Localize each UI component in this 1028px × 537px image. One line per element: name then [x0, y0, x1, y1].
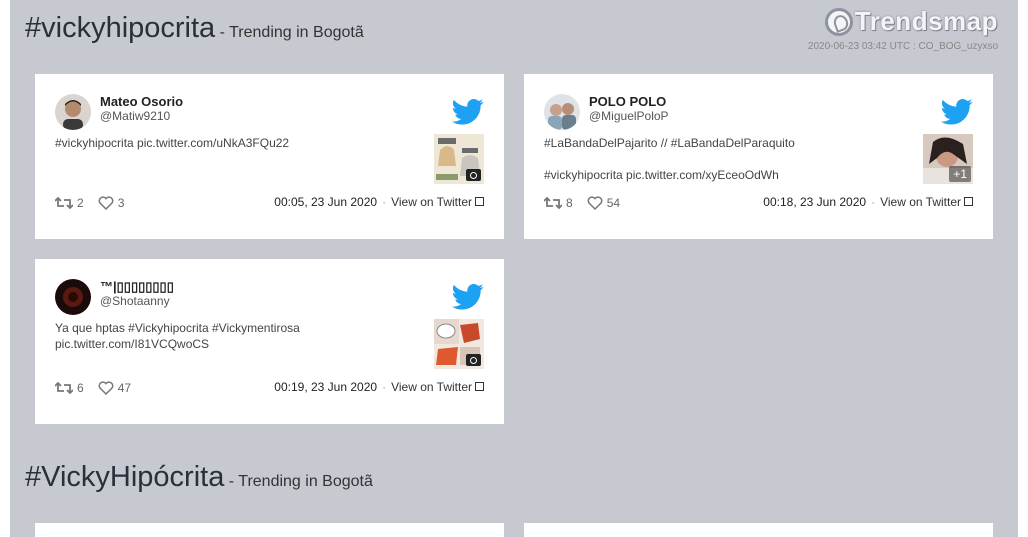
- retweet-count[interactable]: 2: [55, 196, 84, 210]
- camera-icon: [466, 169, 481, 181]
- tweet-line[interactable]: #vickyhipocrita pic.twitter.com/xyEceoOd…: [544, 167, 904, 183]
- tweet-line[interactable]: #vickyhipocrita pic.twitter.com/uNkA3FQu…: [55, 135, 415, 151]
- tweet-meta: 00:18, 23 Jun 2020 · View on Twitter: [763, 195, 973, 209]
- like-value: 54: [606, 196, 621, 210]
- tweet-text: Ya que hptas #Vickyhipocrita #Vickymenti…: [55, 320, 415, 352]
- external-link-icon: [475, 382, 484, 391]
- like-count[interactable]: 47: [98, 381, 131, 395]
- user-handle[interactable]: @Matiw9210: [100, 109, 170, 123]
- trending-subtitle: - Trending in Bogotã: [228, 473, 373, 490]
- external-link-icon: [475, 197, 484, 206]
- retweet-icon: [544, 197, 562, 209]
- retweet-value: 6: [77, 381, 84, 395]
- media-thumbnail[interactable]: [434, 319, 484, 369]
- twitter-bird-icon[interactable]: [452, 98, 484, 126]
- engagement-stats: 2 3: [55, 196, 138, 210]
- retweet-icon: [55, 382, 73, 394]
- trendsmap-logo-icon: [824, 7, 853, 36]
- extra-media-count: +1: [949, 166, 971, 182]
- like-count[interactable]: 54: [587, 196, 620, 210]
- like-value: 47: [117, 381, 132, 395]
- trending-subtitle: - Trending in Bogotã: [219, 24, 364, 41]
- retweet-value: 8: [566, 196, 573, 210]
- user-name[interactable]: Mateo Osorio: [100, 94, 183, 109]
- hashtag-title[interactable]: #vickyhipocrita: [25, 12, 215, 44]
- tweet-line[interactable]: #LaBandaDelPajarito // #LaBandaDelParaqu…: [544, 135, 904, 151]
- retweet-count[interactable]: 8: [544, 196, 573, 210]
- tweet-line[interactable]: Ya que hptas #Vickyhipocrita #Vickymenti…: [55, 320, 415, 336]
- timestamp-code: 2020-06-23 03:42 UTC : CO_BOG_uzyxso: [807, 41, 998, 52]
- tweet-time[interactable]: 00:19, 23 Jun 2020: [274, 380, 377, 394]
- external-link-icon: [964, 197, 973, 206]
- tweet-text: #LaBandaDelPajarito // #LaBandaDelParaqu…: [544, 135, 904, 183]
- media-thumbnail[interactable]: +1: [923, 134, 973, 184]
- retweet-count[interactable]: 6: [55, 381, 84, 395]
- view-on-twitter-link[interactable]: View on Twitter: [391, 380, 472, 394]
- view-on-twitter-link[interactable]: View on Twitter: [391, 195, 472, 209]
- user-name[interactable]: ™|▯▯▯▯▯▯▯▯: [100, 279, 174, 295]
- tweet-meta: 00:19, 23 Jun 2020 · View on Twitter: [274, 380, 484, 394]
- like-count[interactable]: 3: [98, 196, 125, 210]
- engagement-stats: 6 47: [55, 381, 145, 395]
- media-thumbnail[interactable]: [434, 134, 484, 184]
- separator-dot: ·: [382, 195, 387, 209]
- separator-dot: ·: [382, 380, 387, 394]
- camera-icon: [466, 354, 481, 366]
- tweet-line[interactable]: pic.twitter.com/I81VCQwoCS: [55, 336, 415, 352]
- separator-dot: ·: [871, 195, 876, 209]
- heart-icon: [98, 196, 114, 210]
- twitter-bird-icon[interactable]: [941, 98, 973, 126]
- heart-icon: [587, 196, 603, 210]
- tweet-card: Mateo Osorio @Matiw9210 #vickyhipocrita …: [35, 74, 504, 239]
- tweet-card: [35, 523, 504, 537]
- heart-icon: [98, 381, 114, 395]
- twitter-bird-icon[interactable]: [452, 283, 484, 311]
- avatar[interactable]: [55, 94, 91, 130]
- tweet-card: POLO POLO @MiguelPoloP #LaBandaDelPajari…: [524, 74, 993, 239]
- section-heading-2: #VickyHipócrita - Trending in Bogotã: [25, 461, 373, 494]
- tweet-card: [524, 523, 993, 537]
- avatar[interactable]: [544, 94, 580, 130]
- trend-panel: #vickyhipocrita - Trending in Bogotã Tre…: [10, 0, 1018, 537]
- like-value: 3: [117, 196, 125, 210]
- user-name[interactable]: POLO POLO: [589, 94, 666, 109]
- user-handle[interactable]: @MiguelPoloP: [589, 109, 669, 123]
- tweet-text: #vickyhipocrita pic.twitter.com/uNkA3FQu…: [55, 135, 415, 151]
- trendsmap-logo[interactable]: Trendsmap: [824, 6, 998, 37]
- hashtag-title[interactable]: #VickyHipócrita: [25, 461, 224, 493]
- logo-wordmark: Trendsmap: [854, 6, 998, 36]
- section-heading-1: #vickyhipocrita - Trending in Bogotã: [25, 12, 364, 45]
- tweet-time[interactable]: 00:05, 23 Jun 2020: [274, 195, 377, 209]
- tweet-card: ™|▯▯▯▯▯▯▯▯ @Shotaanny Ya que hptas #Vick…: [35, 259, 504, 424]
- avatar[interactable]: [55, 279, 91, 315]
- tweet-time[interactable]: 00:18, 23 Jun 2020: [763, 195, 866, 209]
- user-handle[interactable]: @Shotaanny: [100, 294, 170, 308]
- tweet-line: [544, 151, 904, 167]
- tweet-meta: 00:05, 23 Jun 2020 · View on Twitter: [274, 195, 484, 209]
- engagement-stats: 8 54: [544, 196, 634, 210]
- retweet-icon: [55, 197, 73, 209]
- view-on-twitter-link[interactable]: View on Twitter: [880, 195, 961, 209]
- retweet-value: 2: [77, 196, 84, 210]
